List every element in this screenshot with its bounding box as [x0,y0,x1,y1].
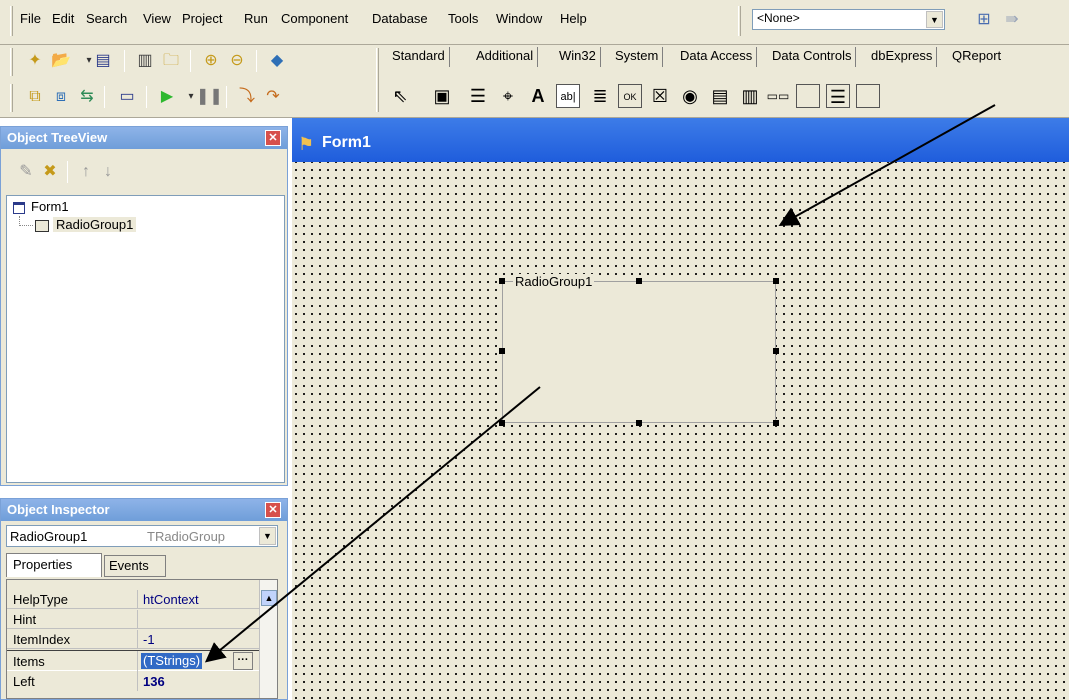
arrow-radiogroup-to-items [204,386,541,663]
annotation-arrows [204,104,996,663]
arrow-palette-to-radiogroup [778,104,996,226]
